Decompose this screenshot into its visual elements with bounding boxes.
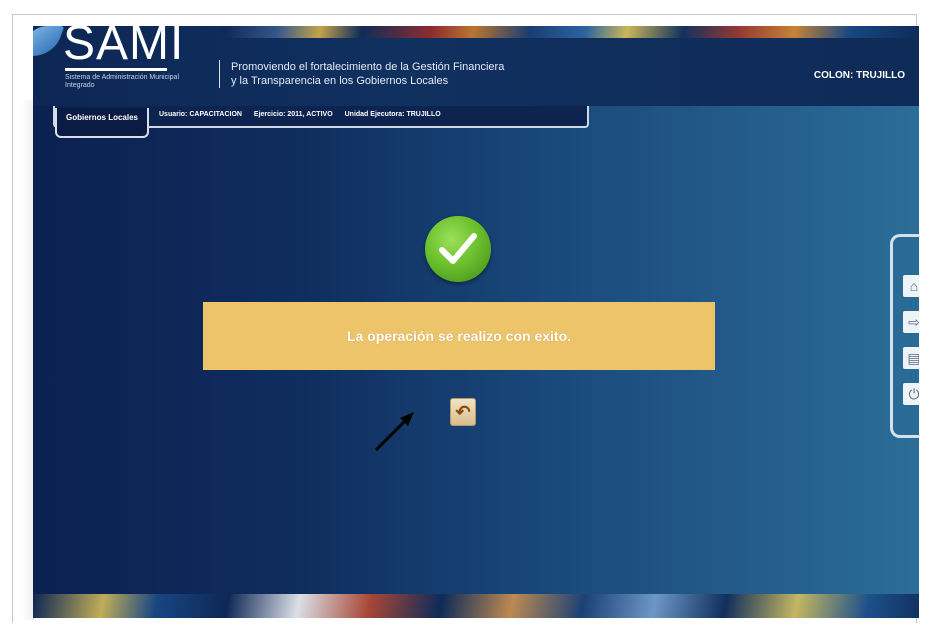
header-tagline: Promoviendo el fortalecimiento de la Ges… <box>231 60 504 88</box>
annotation-arrow-icon <box>374 412 414 452</box>
side-toolbar: ⌂ ⇨ ▤ ⏻ <box>890 234 919 438</box>
home-icon[interactable]: ⌂ <box>903 275 919 297</box>
success-message-box: La operación se realizo con exito. <box>203 302 715 370</box>
logo-underline <box>65 68 167 71</box>
return-button[interactable]: ↶ <box>450 398 476 426</box>
municipality-label: COLON: TRUJILLO <box>813 70 905 81</box>
app-logo: SAMI <box>63 26 185 70</box>
tab-gobiernos-locales[interactable]: Gobiernos Locales <box>55 108 149 138</box>
logo-wing-icon <box>33 26 65 56</box>
tagline-line-2: y la Transparencia en los Gobiernos Loca… <box>231 75 449 87</box>
success-check-icon <box>425 216 491 282</box>
power-icon[interactable]: ⏻ <box>903 383 919 405</box>
app-header: SAMI Sistema de Administración Municipal… <box>33 26 919 106</box>
tagline-line-1: Promoviendo el fortalecimiento de la Ges… <box>231 61 505 73</box>
document-icon[interactable]: ▤ <box>903 347 919 369</box>
header-decoration <box>223 26 919 38</box>
exit-icon[interactable]: ⇨ <box>903 311 919 333</box>
app-window: SAMI Sistema de Administración Municipal… <box>33 26 919 618</box>
success-message: La operación se realizo con exito. <box>346 328 572 344</box>
logo-subtitle: Sistema de Administración Municipal Inte… <box>65 74 179 89</box>
footer-decoration <box>33 594 919 618</box>
header-divider <box>219 60 220 88</box>
session-year: Ejercicio: 2011, ACTIVO <box>253 111 333 118</box>
return-icon: ↶ <box>455 401 471 422</box>
session-unit: Unidad Ejecutora: TRUJILLO <box>344 111 441 118</box>
session-info: Usuario: CAPACITACION Ejercicio: 2011, A… <box>159 111 451 118</box>
checkmark-icon <box>439 233 477 264</box>
session-user: Usuario: CAPACITACION <box>159 111 242 118</box>
